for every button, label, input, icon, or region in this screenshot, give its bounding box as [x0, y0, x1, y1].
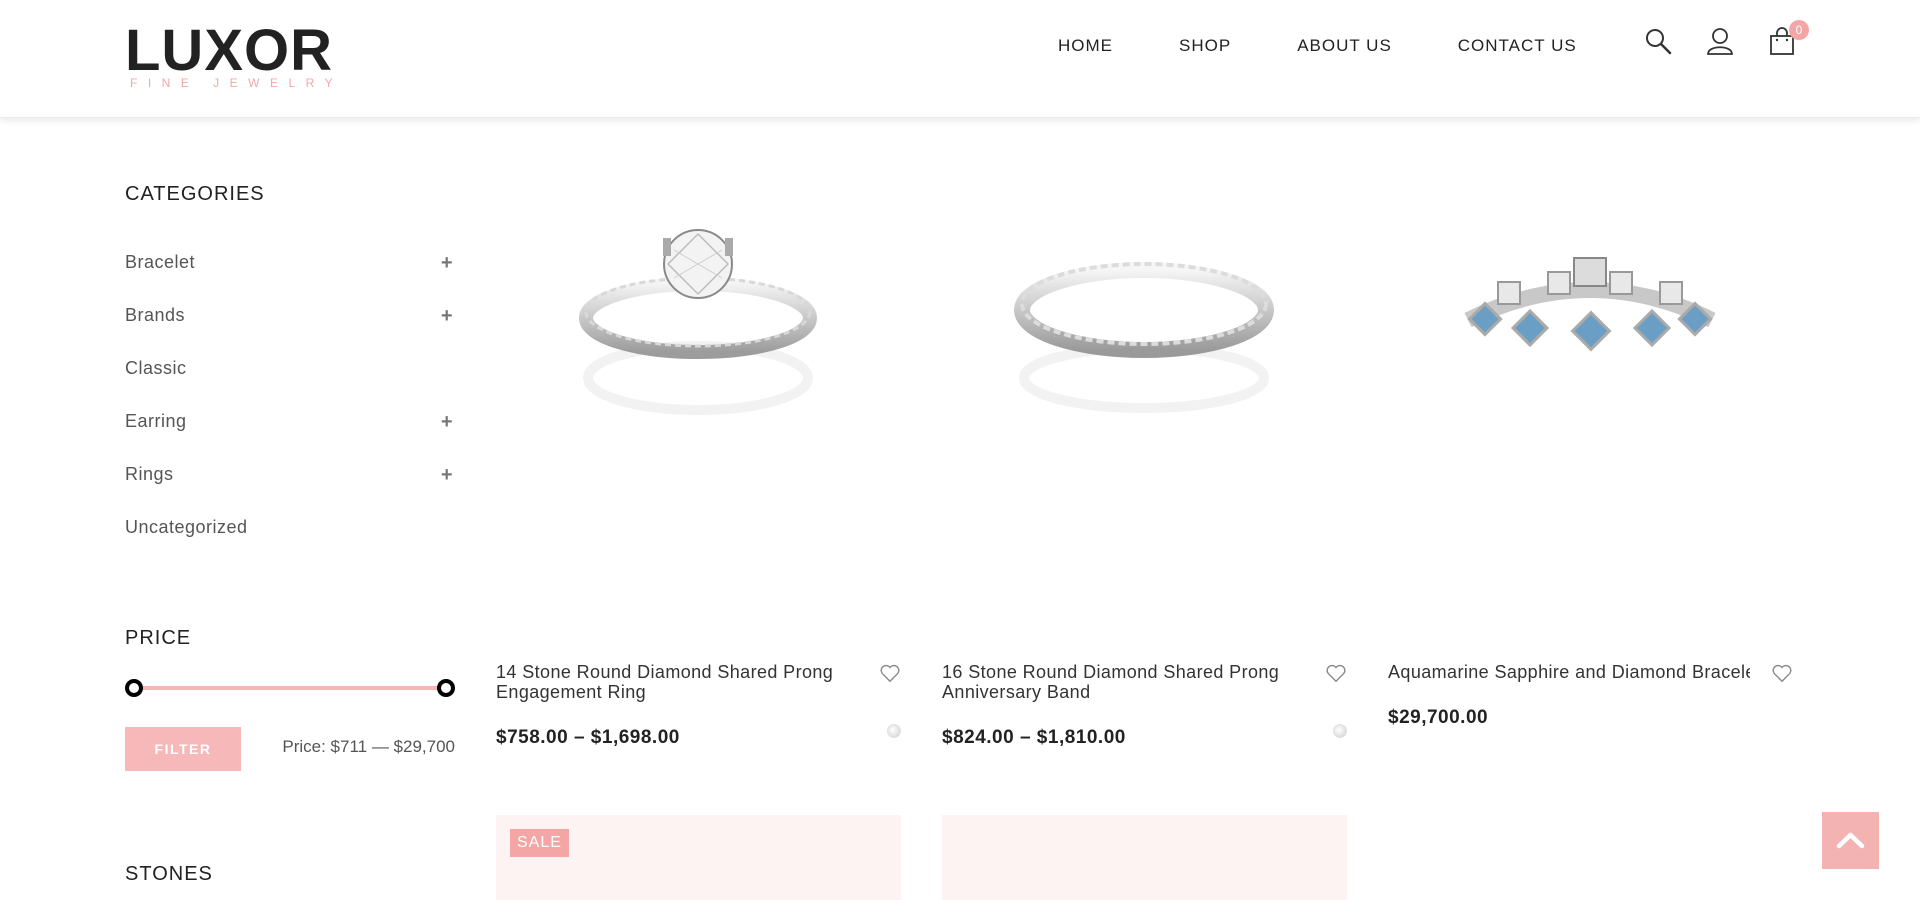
product-price: $29,700.00	[1388, 707, 1489, 728]
product-card[interactable]	[942, 815, 1347, 900]
stones-title: STONES	[125, 863, 213, 885]
cart-count-badge: 0	[1789, 20, 1809, 40]
product-card[interactable]: SALE	[496, 815, 901, 900]
main-nav: HOME SHOP ABOUT US CONTACT US	[1058, 36, 1577, 56]
cart-icon[interactable]: 0	[1768, 20, 1809, 56]
category-label: Uncategorized	[125, 517, 248, 537]
color-swatch[interactable]	[1333, 724, 1347, 738]
category-item-uncategorized[interactable]: Uncategorized	[125, 517, 455, 570]
category-item-earring[interactable]: Earring +	[125, 411, 455, 464]
search-icon[interactable]	[1644, 26, 1672, 56]
heart-icon[interactable]	[1771, 662, 1793, 684]
category-item-bracelet[interactable]: Bracelet +	[125, 252, 455, 305]
chevron-up-icon	[1836, 832, 1865, 849]
plus-icon[interactable]: +	[439, 464, 453, 487]
category-label: Rings	[125, 464, 174, 484]
category-label: Classic	[125, 358, 187, 378]
user-icon[interactable]	[1706, 26, 1734, 56]
categories-title: CATEGORIES	[125, 183, 265, 205]
category-label: Bracelet	[125, 252, 196, 272]
category-list: Bracelet + Brands + Classic Earring + Ri…	[125, 252, 455, 570]
category-item-classic[interactable]: Classic	[125, 358, 455, 411]
plus-icon[interactable]: +	[439, 411, 453, 434]
brand-logo[interactable]: LUXOR FINE JEWELRY	[125, 22, 377, 92]
nav-about-us[interactable]: ABOUT US	[1297, 36, 1392, 56]
price-range-text: Price: $711 — $29,700	[282, 737, 455, 756]
back-to-top-button[interactable]	[1822, 812, 1879, 869]
product-image-aquamarine-bracelet[interactable]	[1388, 200, 1793, 480]
product-title[interactable]: 14 Stone Round Diamond Shared Prong Enga…	[496, 662, 866, 702]
sale-badge: SALE	[510, 829, 569, 857]
product-image-anniversary-band[interactable]	[942, 200, 1347, 480]
nav-contact-us[interactable]: CONTACT US	[1458, 36, 1577, 56]
category-item-brands[interactable]: Brands +	[125, 305, 455, 358]
plus-icon[interactable]: +	[439, 305, 453, 328]
color-swatch[interactable]	[887, 724, 901, 738]
heart-icon[interactable]	[879, 662, 901, 684]
product-title[interactable]: 16 Stone Round Diamond Shared Prong Anni…	[942, 662, 1312, 702]
price-slider-max-handle[interactable]	[437, 679, 455, 697]
nav-shop[interactable]: SHOP	[1179, 36, 1231, 56]
category-label: Earring	[125, 411, 187, 431]
product-price: $758.00 – $1,698.00	[496, 727, 680, 748]
price-slider-min-handle[interactable]	[125, 679, 143, 697]
plus-icon[interactable]: +	[439, 252, 453, 275]
brand-tagline: FINE JEWELRY	[130, 76, 344, 90]
nav-home[interactable]: HOME	[1058, 36, 1113, 56]
heart-icon[interactable]	[1325, 662, 1347, 684]
price-title: PRICE	[125, 627, 192, 649]
category-label: Brands	[125, 305, 186, 325]
product-price: $824.00 – $1,810.00	[942, 727, 1126, 748]
site-header: LUXOR FINE JEWELRY HOME SHOP ABOUT US CO…	[0, 0, 1920, 118]
price-slider-track	[134, 686, 446, 690]
filter-button[interactable]: FILTER	[125, 727, 241, 771]
brand-name: LUXOR	[125, 18, 333, 83]
product-image-engagement-ring[interactable]	[496, 200, 901, 480]
category-item-rings[interactable]: Rings +	[125, 464, 455, 517]
price-slider[interactable]	[125, 679, 455, 697]
product-title[interactable]: Aquamarine Sapphire and Diamond Bracelet	[1388, 662, 1750, 682]
header-actions: 0	[1644, 20, 1809, 56]
